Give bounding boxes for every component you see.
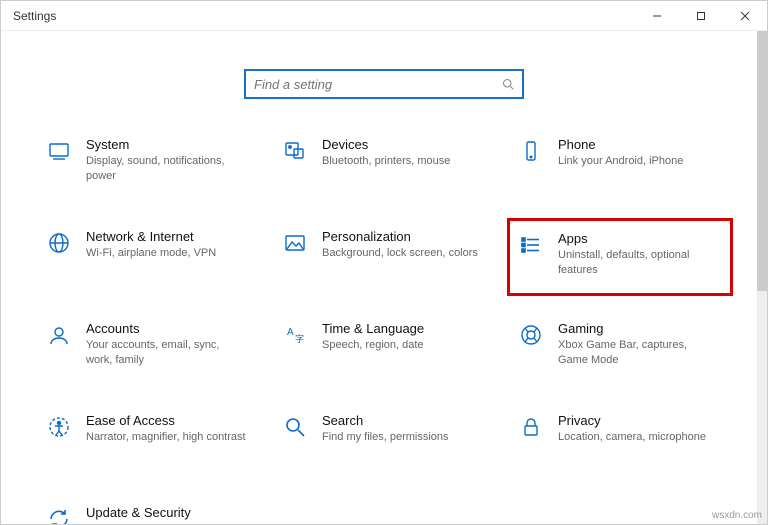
svg-text:A: A [287,327,294,338]
phone-icon [516,137,546,193]
window-title: Settings [13,9,56,23]
tile-title: Ease of Access [86,413,246,428]
system-icon [44,137,74,193]
tile-accounts[interactable]: Accounts Your accounts, email, sync, wor… [42,317,254,381]
window-controls [635,1,767,31]
tile-desc: Link your Android, iPhone [558,154,683,169]
tile-title: Search [322,413,449,428]
tile-search[interactable]: Search Find my files, permissions [278,409,490,473]
settings-grid: System Display, sound, notifications, po… [42,133,726,524]
tile-apps[interactable]: Apps Uninstall, defaults, optional featu… [514,225,726,289]
tile-ease-of-access[interactable]: Ease of Access Narrator, magnifier, high… [42,409,254,473]
tile-title: Devices [322,137,450,152]
tile-title: Accounts [86,321,246,336]
tile-personalization[interactable]: Personalization Background, lock screen,… [278,225,490,289]
apps-icon [516,231,546,279]
tile-title: Apps [558,231,716,246]
tile-desc: Location, camera, microphone [558,430,706,445]
tile-title: System [86,137,246,152]
tile-desc: Windows Update, recovery, backup [86,522,246,524]
search-icon [494,78,522,90]
tile-gaming[interactable]: Gaming Xbox Game Bar, captures, Game Mod… [514,317,726,381]
ease-of-access-icon [44,413,74,469]
update-security-icon [44,505,74,524]
tile-system[interactable]: System Display, sound, notifications, po… [42,133,254,197]
minimize-button[interactable] [635,1,679,31]
tile-time-language[interactable]: A字 Time & Language Speech, region, date [278,317,490,381]
search-box[interactable] [244,69,524,99]
tile-desc: Wi-Fi, airplane mode, VPN [86,246,216,261]
tile-title: Privacy [558,413,706,428]
tile-desc: Your accounts, email, sync, work, family [86,338,246,368]
devices-icon [280,137,310,193]
gaming-icon [516,321,546,377]
maximize-button[interactable] [679,1,723,31]
tile-privacy[interactable]: Privacy Location, camera, microphone [514,409,726,473]
tile-desc: Narrator, magnifier, high contrast [86,430,246,445]
tile-desc: Bluetooth, printers, mouse [322,154,450,169]
tile-desc: Display, sound, notifications, power [86,154,246,184]
tile-devices[interactable]: Devices Bluetooth, printers, mouse [278,133,490,197]
tile-phone[interactable]: Phone Link your Android, iPhone [514,133,726,197]
content-area: System Display, sound, notifications, po… [1,31,767,524]
settings-window: Settings [0,0,768,525]
search-category-icon [280,413,310,469]
tile-title: Network & Internet [86,229,216,244]
close-button[interactable] [723,1,767,31]
titlebar: Settings [1,1,767,31]
watermark: wsxdn.com [712,510,762,521]
tile-title: Personalization [322,229,478,244]
search-wrap [244,69,524,99]
privacy-icon [516,413,546,469]
search-input[interactable] [246,77,494,92]
tile-desc: Find my files, permissions [322,430,449,445]
tile-update-security[interactable]: Update & Security Windows Update, recove… [42,501,254,524]
tile-title: Update & Security [86,505,246,520]
tile-title: Gaming [558,321,718,336]
svg-text:字: 字 [295,333,304,344]
tile-desc: Uninstall, defaults, optional features [558,248,716,278]
tile-desc: Background, lock screen, colors [322,246,478,261]
scrollbar-thumb[interactable] [757,31,767,291]
personalization-icon [280,229,310,285]
tile-desc: Xbox Game Bar, captures, Game Mode [558,338,718,368]
time-language-icon: A字 [280,321,310,377]
tile-title: Phone [558,137,683,152]
tile-desc: Speech, region, date [322,338,424,353]
accounts-icon [44,321,74,377]
network-icon [44,229,74,285]
tile-title: Time & Language [322,321,424,336]
tile-network[interactable]: Network & Internet Wi-Fi, airplane mode,… [42,225,254,289]
